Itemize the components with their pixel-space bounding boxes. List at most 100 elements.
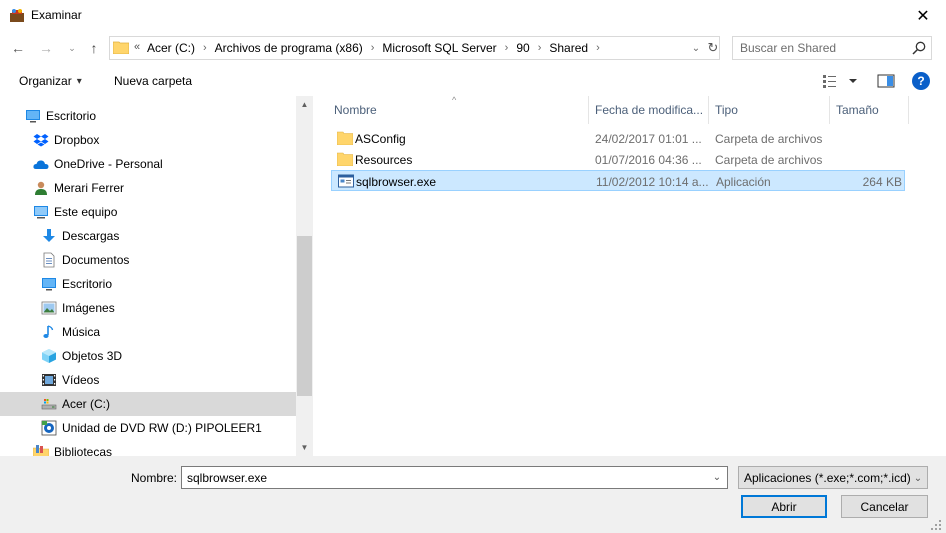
sidebar-item[interactable]: Objetos 3D <box>0 344 296 368</box>
sidebar-item[interactable]: Documentos <box>0 248 296 272</box>
sidebar-item[interactable]: Acer (C:) <box>0 392 296 416</box>
libraries-icon <box>33 445 49 456</box>
open-button[interactable]: Abrir <box>741 495 827 518</box>
address-bar[interactable]: « Acer (C:) › Archivos de programa (x86) › M… <box>109 36 720 60</box>
sidebar-item[interactable]: Merari Ferrer <box>0 176 296 200</box>
breadcrumb-separator-icon[interactable]: › <box>203 42 207 54</box>
recent-locations-icon[interactable]: ⌄ <box>62 38 82 58</box>
cancel-button[interactable]: Cancelar <box>841 495 928 518</box>
scroll-up-icon[interactable]: ▲ <box>296 96 313 113</box>
sidebar-item[interactable]: Imágenes <box>0 296 296 320</box>
title-bar <box>0 0 946 31</box>
navigation-pane: Escritorio Dropbox OneDrive - Personal Mera… <box>0 96 313 456</box>
sidebar-item[interactable]: Unidad de DVD RW (D:) PIPOLEER1 <box>0 416 296 440</box>
dvd-icon <box>41 420 57 436</box>
file-name-combobox[interactable]: ⌄ <box>181 466 728 489</box>
sidebar-item[interactable]: Música <box>0 320 296 344</box>
breadcrumb-item[interactable]: 90 <box>516 41 529 55</box>
column-divider[interactable] <box>708 96 709 124</box>
column-header-date[interactable]: Fecha de modifica... <box>595 103 703 117</box>
sidebar-item-label: Imágenes <box>62 301 115 315</box>
breadcrumb-item[interactable]: Acer (C:) <box>147 41 195 55</box>
back-icon[interactable]: ← <box>8 38 28 58</box>
file-type-cell: Aplicación <box>716 175 771 189</box>
file-row[interactable]: ASConfig 24/02/2017 01:01 ... Carpeta de a… <box>331 128 905 149</box>
file-row[interactable]: sqlbrowser.exe 11/02/2012 10:14 a... Aplic… <box>331 170 905 191</box>
refresh-icon[interactable]: ↻ <box>706 39 720 57</box>
file-date-cell: 24/02/2017 01:01 ... <box>595 132 702 146</box>
organize-button[interactable]: Organizar ▾ <box>19 74 82 88</box>
sidebar-item-label: Merari Ferrer <box>54 181 125 195</box>
dropbox-icon <box>33 134 49 147</box>
breadcrumb-separator-icon[interactable]: › <box>538 42 542 54</box>
file-name-input[interactable] <box>182 467 707 488</box>
folder-icon <box>337 131 353 145</box>
scrollbar-thumb[interactable] <box>297 236 312 396</box>
file-row[interactable]: Resources 01/07/2016 04:36 ... Carpeta de … <box>331 149 905 170</box>
file-date-cell: 01/07/2016 04:36 ... <box>595 153 702 167</box>
chevron-down-icon: ▾ <box>76 75 82 87</box>
file-type-select[interactable]: Aplicaciones (*.exe;*.com;*.icd) ⌄ <box>738 466 928 489</box>
sidebar-item-label: Dropbox <box>54 133 100 147</box>
sidebar-item[interactable]: Escritorio <box>0 104 296 128</box>
up-icon[interactable]: ↑ <box>84 38 104 58</box>
sidebar-item[interactable]: Descargas <box>0 224 296 248</box>
breadcrumb-separator-icon[interactable]: › <box>596 42 600 54</box>
file-name-label: Nombre: <box>131 471 178 485</box>
drive-icon <box>41 399 57 410</box>
column-divider[interactable] <box>588 96 589 124</box>
breadcrumb-separator-icon[interactable]: › <box>371 42 375 54</box>
address-overflow-icon[interactable]: « <box>134 41 140 53</box>
column-header-name[interactable]: Nombre <box>334 103 377 117</box>
close-button[interactable]: ✕ <box>900 0 946 31</box>
help-icon[interactable]: ? <box>912 72 930 90</box>
sidebar-item-label: OneDrive - Personal <box>54 157 163 171</box>
column-divider[interactable] <box>829 96 830 124</box>
column-header-type[interactable]: Tipo <box>715 103 738 117</box>
preview-pane-icon[interactable] <box>877 71 895 91</box>
breadcrumb-item[interactable]: Shared <box>549 41 588 55</box>
sidebar-item-label: Unidad de DVD RW (D:) PIPOLEER1 <box>62 421 262 435</box>
chevron-down-icon[interactable]: ⌄ <box>689 40 703 56</box>
file-name-cell: sqlbrowser.exe <box>356 175 437 189</box>
file-name-cell: ASConfig <box>355 132 406 146</box>
breadcrumb-item[interactable]: Archivos de programa (x86) <box>215 41 363 55</box>
chevron-down-icon[interactable]: ⌄ <box>709 469 725 486</box>
navigation-scrollbar[interactable]: ▲ ▼ <box>296 96 313 456</box>
sidebar-item[interactable]: Escritorio <box>0 272 296 296</box>
sidebar-item-label: Documentos <box>62 253 130 267</box>
sidebar-item[interactable]: Dropbox <box>0 128 296 152</box>
breadcrumb-separator-icon[interactable]: › <box>505 42 509 54</box>
search-placeholder: Buscar en Shared <box>740 41 837 55</box>
forward-icon[interactable]: → <box>36 38 56 58</box>
desktop-icon <box>42 278 56 291</box>
sidebar-item[interactable]: Vídeos <box>0 368 296 392</box>
scroll-down-icon[interactable]: ▼ <box>296 439 313 456</box>
folder-icon <box>113 41 129 54</box>
sidebar-item-label: Bibliotecas <box>54 445 113 456</box>
search-input[interactable]: Buscar en Shared <box>732 36 932 60</box>
onedrive-icon <box>33 160 49 169</box>
file-type-value: Aplicaciones (*.exe;*.com;*.icd) <box>744 471 911 485</box>
file-size-cell: 264 KB <box>862 175 902 189</box>
sidebar-item-label: Escritorio <box>46 109 97 123</box>
sidebar-item[interactable]: OneDrive - Personal <box>0 152 296 176</box>
sidebar-item[interactable]: Bibliotecas <box>0 440 296 456</box>
sidebar-item-label: Objetos 3D <box>62 349 123 363</box>
sidebar-item-label: Descargas <box>62 229 120 243</box>
column-divider[interactable] <box>908 96 909 124</box>
sidebar-item[interactable]: Este equipo <box>0 200 296 224</box>
pictures-icon <box>41 301 57 315</box>
new-folder-button[interactable]: Nueva carpeta <box>114 74 192 88</box>
chevron-down-icon[interactable]: ⌄ <box>911 470 925 486</box>
desktop-icon <box>26 110 40 123</box>
breadcrumb-item[interactable]: Microsoft SQL Server <box>382 41 496 55</box>
file-date-cell: 11/02/2012 10:14 a... <box>596 175 709 189</box>
folder-icon <box>337 152 353 166</box>
resize-grip-icon[interactable] <box>930 519 942 531</box>
column-header-size[interactable]: Tamaño <box>836 103 879 117</box>
sidebar-item-label: Vídeos <box>62 373 100 387</box>
search-icon[interactable] <box>911 40 927 56</box>
breadcrumb: Acer (C:) › Archivos de programa (x86) › Mic… <box>147 41 608 55</box>
view-options-icon[interactable] <box>822 71 862 91</box>
